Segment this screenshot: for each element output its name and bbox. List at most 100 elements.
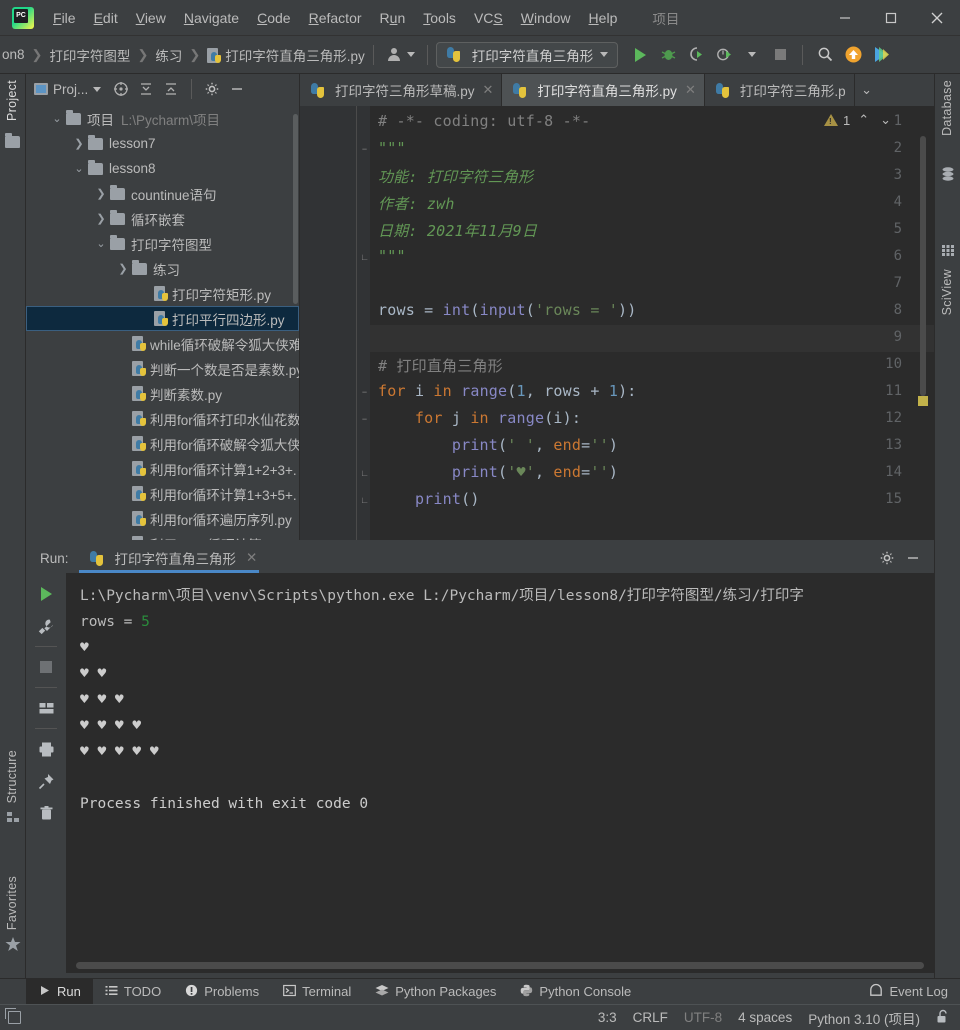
menu-run[interactable]: Run xyxy=(371,7,415,29)
caret-position[interactable]: 3:3 xyxy=(598,1010,617,1025)
next-problem-icon[interactable]: ⌄ xyxy=(877,112,894,128)
menu-tools[interactable]: Tools xyxy=(414,7,465,29)
bottom-tab-python-console[interactable]: Python Console xyxy=(508,979,643,1005)
previous-problem-icon[interactable]: ⌃ xyxy=(855,112,872,128)
console-output[interactable]: L:\Pycharm\项目\venv\Scripts\python.exe L:… xyxy=(66,573,934,973)
sidebar-item-favorites[interactable]: Favorites xyxy=(5,876,19,930)
tree-arrow-icon[interactable]: ⌄ xyxy=(48,112,66,125)
tree-row[interactable]: 利用for循环破解令狐大侠 xyxy=(26,431,299,456)
close-icon[interactable]: ✕ xyxy=(246,550,257,566)
layout-settings-button[interactable] xyxy=(31,693,61,723)
select-opened-file-button[interactable] xyxy=(110,78,132,100)
menu-refactor[interactable]: Refactor xyxy=(300,7,371,29)
tree-row[interactable]: ⌄ 项目 L:\Pycharm\项目 xyxy=(26,106,299,131)
code-fold-icon[interactable]: − xyxy=(359,387,370,398)
code-fold-icon[interactable]: ∟ xyxy=(359,495,370,506)
code-fold-icon[interactable]: ∟ xyxy=(359,468,370,479)
tree-row[interactable]: ⌄ lesson8 xyxy=(26,156,299,181)
tree-row[interactable]: 利用for循环计算1+2+3+. xyxy=(26,456,299,481)
tree-row[interactable]: 判断素数.py xyxy=(26,381,299,406)
tree-arrow-icon[interactable]: ❯ xyxy=(92,212,110,225)
tree-row[interactable]: 打印字符矩形.py xyxy=(26,281,299,306)
tree-row[interactable]: ❯ countinue语句 xyxy=(26,181,299,206)
lock-icon[interactable] xyxy=(936,1009,950,1027)
tree-row[interactable]: 利用for循环打印水仙花数. xyxy=(26,406,299,431)
debug-button[interactable] xyxy=(654,41,682,69)
menu-code[interactable]: Code xyxy=(248,7,299,29)
pin-icon[interactable] xyxy=(31,766,61,796)
tree-row[interactable]: ❯ 练习 xyxy=(26,256,299,281)
editor-tab-list-icon[interactable]: ⌄ xyxy=(855,74,879,106)
stop-button[interactable] xyxy=(766,41,794,69)
sidebar-item-structure[interactable]: Structure xyxy=(5,750,19,803)
expand-all-button[interactable] xyxy=(135,78,157,100)
tree-row[interactable]: 利用while循环计算1+2+3 xyxy=(26,531,299,540)
update-button[interactable] xyxy=(839,41,867,69)
bottom-tab-problems[interactable]: Problems xyxy=(173,979,271,1005)
editor-marker[interactable] xyxy=(918,396,928,406)
menu-file[interactable]: File xyxy=(44,7,85,29)
tree-row[interactable]: ❯ lesson7 xyxy=(26,131,299,156)
tree-arrow-icon[interactable]: ⌄ xyxy=(92,237,110,250)
vcs-user-icon[interactable] xyxy=(382,46,419,63)
indent-setting[interactable]: 4 spaces xyxy=(738,1010,792,1025)
editor-tab[interactable]: 打印字符三角形.p xyxy=(704,74,855,106)
tree-row[interactable]: ⌄ 打印字符图型 xyxy=(26,231,299,256)
breadcrumb-item[interactable]: 打印字符图型 xyxy=(49,45,130,65)
maximize-button[interactable] xyxy=(868,0,914,36)
editor-tab[interactable]: 打印字符直角三角形.py ✕ xyxy=(502,74,705,106)
menu-view[interactable]: View xyxy=(127,7,175,29)
run-button[interactable] xyxy=(626,41,654,69)
editor-scrollbar[interactable] xyxy=(920,136,926,396)
gear-icon[interactable] xyxy=(876,547,898,569)
line-separator[interactable]: CRLF xyxy=(633,1010,668,1025)
close-button[interactable] xyxy=(914,0,960,36)
tree-row[interactable]: 利用for循环计算1+3+5+. xyxy=(26,481,299,506)
bottom-tab-run[interactable]: Run xyxy=(26,978,93,1005)
stop-button[interactable] xyxy=(31,652,61,682)
rerun-button[interactable] xyxy=(31,579,61,609)
breadcrumb-item[interactable]: 打印字符直角三角形.py xyxy=(207,45,365,65)
breadcrumb[interactable]: on8 ❯ 打印字符图型 ❯ 练习 ❯ 打印字符直角三角形.py xyxy=(0,45,365,65)
hide-panel-button[interactable] xyxy=(226,78,248,100)
show-tool-windows-icon[interactable] xyxy=(5,1008,21,1024)
code-fold-icon[interactable]: − xyxy=(359,414,370,425)
tree-arrow-icon[interactable]: ⌄ xyxy=(70,162,88,175)
bottom-tab-terminal[interactable]: Terminal xyxy=(271,979,363,1005)
delete-icon[interactable] xyxy=(31,798,61,828)
sidebar-item-project[interactable]: Project xyxy=(5,80,19,121)
code-fold-icon[interactable]: − xyxy=(359,144,370,155)
project-scrollbar[interactable] xyxy=(293,114,298,304)
profile-button[interactable] xyxy=(710,41,738,69)
menu-navigate[interactable]: Navigate xyxy=(175,7,248,29)
file-encoding[interactable]: UTF-8 xyxy=(684,1010,722,1025)
project-tree[interactable]: ⌄ 项目 L:\Pycharm\项目 ❯ lesson7 ⌄ lesson8 ❯ countin… xyxy=(26,104,299,540)
bottom-tab-python-packages[interactable]: Python Packages xyxy=(363,979,508,1005)
ide-feature-trainer-icon[interactable] xyxy=(867,41,895,69)
tree-arrow-icon[interactable]: ❯ xyxy=(114,262,132,275)
sidebar-item-sciview[interactable]: SciView xyxy=(940,269,954,315)
collapse-all-button[interactable] xyxy=(160,78,182,100)
run-session-tab[interactable]: 打印字符直角三角形 ✕ xyxy=(78,543,268,573)
project-panel-title[interactable]: Proj... xyxy=(34,82,102,97)
hide-panel-button[interactable] xyxy=(902,547,924,569)
tree-row[interactable]: 判断一个数是否是素数.py xyxy=(26,356,299,381)
bottom-tab-event-log[interactable]: Event Log xyxy=(857,979,960,1005)
close-icon[interactable]: ✕ xyxy=(483,82,494,98)
tree-arrow-icon[interactable]: ❯ xyxy=(92,187,110,200)
editor-tab[interactable]: 打印字符三角形草稿.py ✕ xyxy=(300,74,503,106)
minimize-button[interactable] xyxy=(822,0,868,36)
run-configuration-selector[interactable]: 打印字符直角三角形 xyxy=(435,41,619,68)
tree-row[interactable]: 打印平行四边形.py xyxy=(26,306,299,331)
console-horizontal-scrollbar[interactable] xyxy=(76,962,924,969)
tree-row[interactable]: ❯ 循环嵌套 xyxy=(26,206,299,231)
tree-row[interactable]: 利用for循环遍历序列.py xyxy=(26,506,299,531)
menu-help[interactable]: Help xyxy=(580,7,627,29)
search-everywhere-icon[interactable] xyxy=(811,41,839,69)
tree-arrow-icon[interactable]: ❯ xyxy=(70,137,88,150)
print-button[interactable] xyxy=(31,734,61,764)
breadcrumb-item[interactable]: 练习 xyxy=(155,45,182,65)
menu-vcs[interactable]: VCS xyxy=(465,7,512,29)
gear-icon[interactable] xyxy=(201,78,223,100)
menu-window[interactable]: Window xyxy=(512,7,580,29)
